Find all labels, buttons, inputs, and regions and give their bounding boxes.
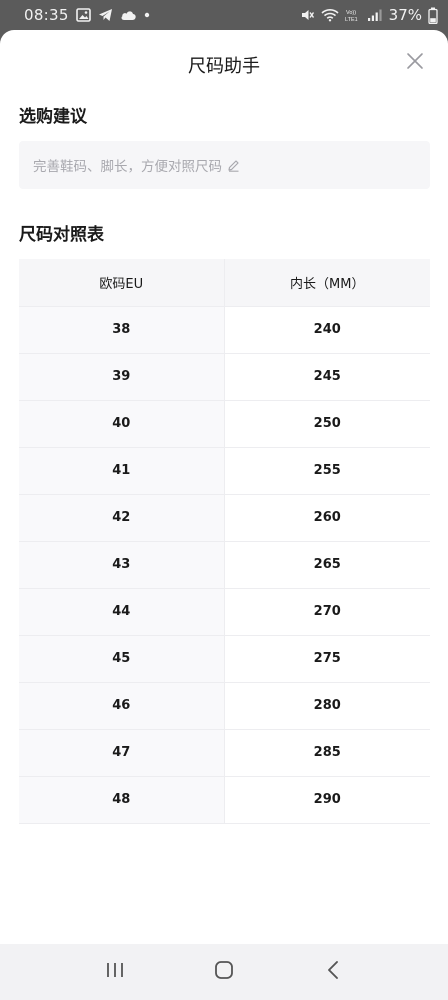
eu-size-cell: 45 <box>19 635 225 683</box>
image-icon <box>75 8 91 22</box>
advice-section-title: 选购建议 <box>19 107 87 127</box>
inner-length-cell: 285 <box>224 729 430 777</box>
wifi-icon <box>321 8 339 22</box>
table-row: 38 240 <box>19 306 430 354</box>
inner-length-cell: 265 <box>224 541 430 589</box>
size-assistant-sheet: 尺码助手 选购建议 完善鞋码、脚长，方便对照尺码 尺码对照表 欧码EU 内长（M… <box>0 30 448 944</box>
table-row: 41 255 <box>19 447 430 495</box>
svg-text:LTE1: LTE1 <box>345 17 358 22</box>
eu-size-cell: 44 <box>19 588 225 636</box>
volte-icon: Vo)) LTE1 <box>345 8 361 22</box>
table-header-row: 欧码EU 内长（MM） <box>19 259 430 307</box>
telegram-icon <box>98 8 113 22</box>
home-button[interactable] <box>204 952 244 992</box>
table-row: 42 260 <box>19 494 430 542</box>
eu-size-cell: 42 <box>19 494 225 542</box>
header-eu-size: 欧码EU <box>19 259 225 307</box>
table-row: 43 265 <box>19 541 430 589</box>
status-time: 08:35 <box>24 6 69 24</box>
table-row: 40 250 <box>19 400 430 448</box>
signal-icon <box>367 8 383 22</box>
table-row: 44 270 <box>19 588 430 636</box>
recent-apps-button[interactable] <box>95 952 135 992</box>
mute-icon <box>300 8 315 22</box>
battery-icon <box>428 7 438 24</box>
dot-icon <box>144 12 150 18</box>
table-row: 45 275 <box>19 635 430 683</box>
eu-size-cell: 38 <box>19 306 225 354</box>
eu-size-cell: 43 <box>19 541 225 589</box>
eu-size-cell: 41 <box>19 447 225 495</box>
status-right: Vo)) LTE1 37% <box>300 6 438 24</box>
status-bar: 08:35 Vo)) LTE1 37% <box>0 0 448 30</box>
battery-percent: 37% <box>388 6 422 24</box>
system-nav-bar <box>0 944 448 1000</box>
eu-size-cell: 39 <box>19 353 225 401</box>
close-button[interactable] <box>404 52 426 74</box>
foot-info-input[interactable]: 完善鞋码、脚长，方便对照尺码 <box>19 141 430 189</box>
eu-size-cell: 46 <box>19 682 225 730</box>
back-icon <box>326 960 340 984</box>
eu-size-cell: 48 <box>19 776 225 824</box>
svg-text:Vo)): Vo)) <box>346 10 356 16</box>
close-icon <box>406 52 424 74</box>
status-left: 08:35 <box>24 6 150 24</box>
inner-length-cell: 280 <box>224 682 430 730</box>
recent-apps-icon <box>105 961 125 983</box>
size-chart-title: 尺码对照表 <box>19 225 104 245</box>
foot-info-placeholder: 完善鞋码、脚长，方便对照尺码 <box>33 159 222 175</box>
inner-length-cell: 290 <box>224 776 430 824</box>
eu-size-cell: 47 <box>19 729 225 777</box>
pencil-icon <box>227 159 240 172</box>
home-icon <box>214 960 234 984</box>
size-chart-table: 欧码EU 内长（MM） 38 240 39 245 40 250 41 255 42 260 43 2… <box>19 259 430 824</box>
table-row: 46 280 <box>19 682 430 730</box>
cloud-icon <box>120 9 137 21</box>
back-button[interactable] <box>313 952 353 992</box>
table-row: 39 245 <box>19 353 430 401</box>
inner-length-cell: 260 <box>224 494 430 542</box>
inner-length-cell: 250 <box>224 400 430 448</box>
sheet-title: 尺码助手 <box>188 56 260 77</box>
inner-length-cell: 240 <box>224 306 430 354</box>
header-inner-length: 内长（MM） <box>224 259 430 307</box>
inner-length-cell: 255 <box>224 447 430 495</box>
table-row: 47 285 <box>19 729 430 777</box>
table-row: 48 290 <box>19 776 430 824</box>
inner-length-cell: 275 <box>224 635 430 683</box>
inner-length-cell: 270 <box>224 588 430 636</box>
inner-length-cell: 245 <box>224 353 430 401</box>
eu-size-cell: 40 <box>19 400 225 448</box>
